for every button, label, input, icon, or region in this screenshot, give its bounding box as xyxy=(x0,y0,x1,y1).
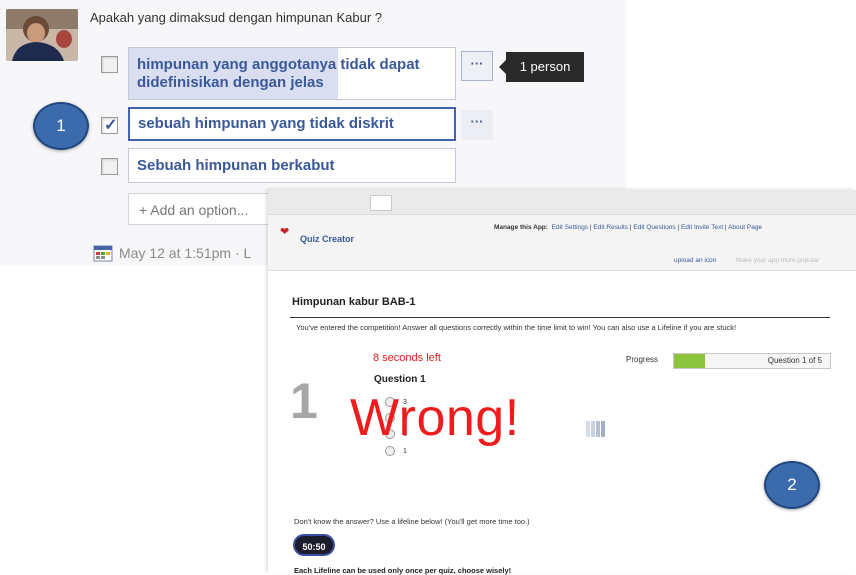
fifty-fifty-lifeline-button[interactable]: 50:50 xyxy=(293,534,335,556)
option-2-checkbox[interactable]: ✓ xyxy=(101,117,118,134)
quiz-creator-panel: ❤ Quiz Creator Manage this App: Edit Set… xyxy=(268,190,856,575)
wrong-feedback: Wrong! xyxy=(350,389,520,447)
checkmark-icon: ✓ xyxy=(104,117,118,134)
annotation-marker-1: 1 xyxy=(33,102,89,150)
option-2-more-button[interactable]: ··· xyxy=(461,110,493,140)
option-2-box[interactable]: sebuah himpunan yang tidak diskrit xyxy=(128,107,456,141)
loading-bars-icon xyxy=(586,421,605,437)
calendar-icon xyxy=(93,244,113,262)
option-3-label: Sebuah himpunan berkabut xyxy=(137,156,335,174)
post-timestamp: May 12 at 1:51pm · L xyxy=(93,244,251,262)
about-page-link[interactable]: About Page xyxy=(728,224,762,231)
upload-icon-link[interactable]: upload an icon xyxy=(674,257,716,264)
quiz-title: Himpunan kabur BAB-1 xyxy=(292,296,416,308)
option-2-label: sebuah himpunan yang tidak diskrit xyxy=(138,115,394,132)
progress-bar: Question 1 of 5 xyxy=(673,353,831,369)
progress-label: Progress xyxy=(626,355,659,364)
edit-invite-text-link[interactable]: Edit Invite Text xyxy=(681,224,723,231)
question-number: 1 xyxy=(290,373,318,429)
browser-tab-bar xyxy=(268,190,856,215)
browser-tab[interactable] xyxy=(370,195,392,211)
countdown-timer: 8 seconds left xyxy=(373,352,441,364)
lifeline-instructions: Don't know the answer? Use a lifeline be… xyxy=(294,517,530,526)
app-header: ❤ Quiz Creator Manage this App: Edit Set… xyxy=(268,215,856,271)
quiz-creator-logo-icon: ❤ xyxy=(280,226,290,238)
avatar[interactable] xyxy=(6,9,78,61)
progress-fill xyxy=(674,354,706,368)
manage-app-links: Manage this App: Edit Settings | Edit Re… xyxy=(494,224,763,231)
title-divider xyxy=(290,317,830,318)
edit-questions-link[interactable]: Edit Questions xyxy=(633,224,675,231)
voters-tooltip: 1 person xyxy=(499,52,584,82)
edit-settings-link[interactable]: Edit Settings xyxy=(552,224,589,231)
lifeline-note: Each Lifeline can be used only once per … xyxy=(294,566,512,575)
app-name-link[interactable]: Quiz Creator xyxy=(300,234,354,244)
question-label: Question 1 xyxy=(374,374,426,385)
option-3-checkbox[interactable] xyxy=(101,158,118,175)
option-1-box[interactable]: himpunan yang anggotanya tidak dapat did… xyxy=(128,47,456,100)
annotation-marker-2: 2 xyxy=(764,461,820,509)
quiz-intro-text: You've entered the competition! Answer a… xyxy=(296,323,737,332)
option-1-more-button[interactable]: ··· xyxy=(461,51,493,81)
progress-text: Question 1 of 5 xyxy=(767,356,822,365)
manage-label: Manage this App: xyxy=(494,224,548,231)
promo-link[interactable]: Make your app more popular xyxy=(736,257,819,264)
option-3-box[interactable]: Sebuah himpunan berkabut xyxy=(128,148,456,183)
question-text: Apakah yang dimaksud dengan himpunan Kab… xyxy=(90,10,382,25)
option-1-checkbox[interactable] xyxy=(101,56,118,73)
timestamp-text: May 12 at 1:51pm · L xyxy=(119,245,252,261)
option-1-label: himpunan yang anggotanya tidak dapat did… xyxy=(137,55,420,91)
edit-results-link[interactable]: Edit Results xyxy=(593,224,628,231)
